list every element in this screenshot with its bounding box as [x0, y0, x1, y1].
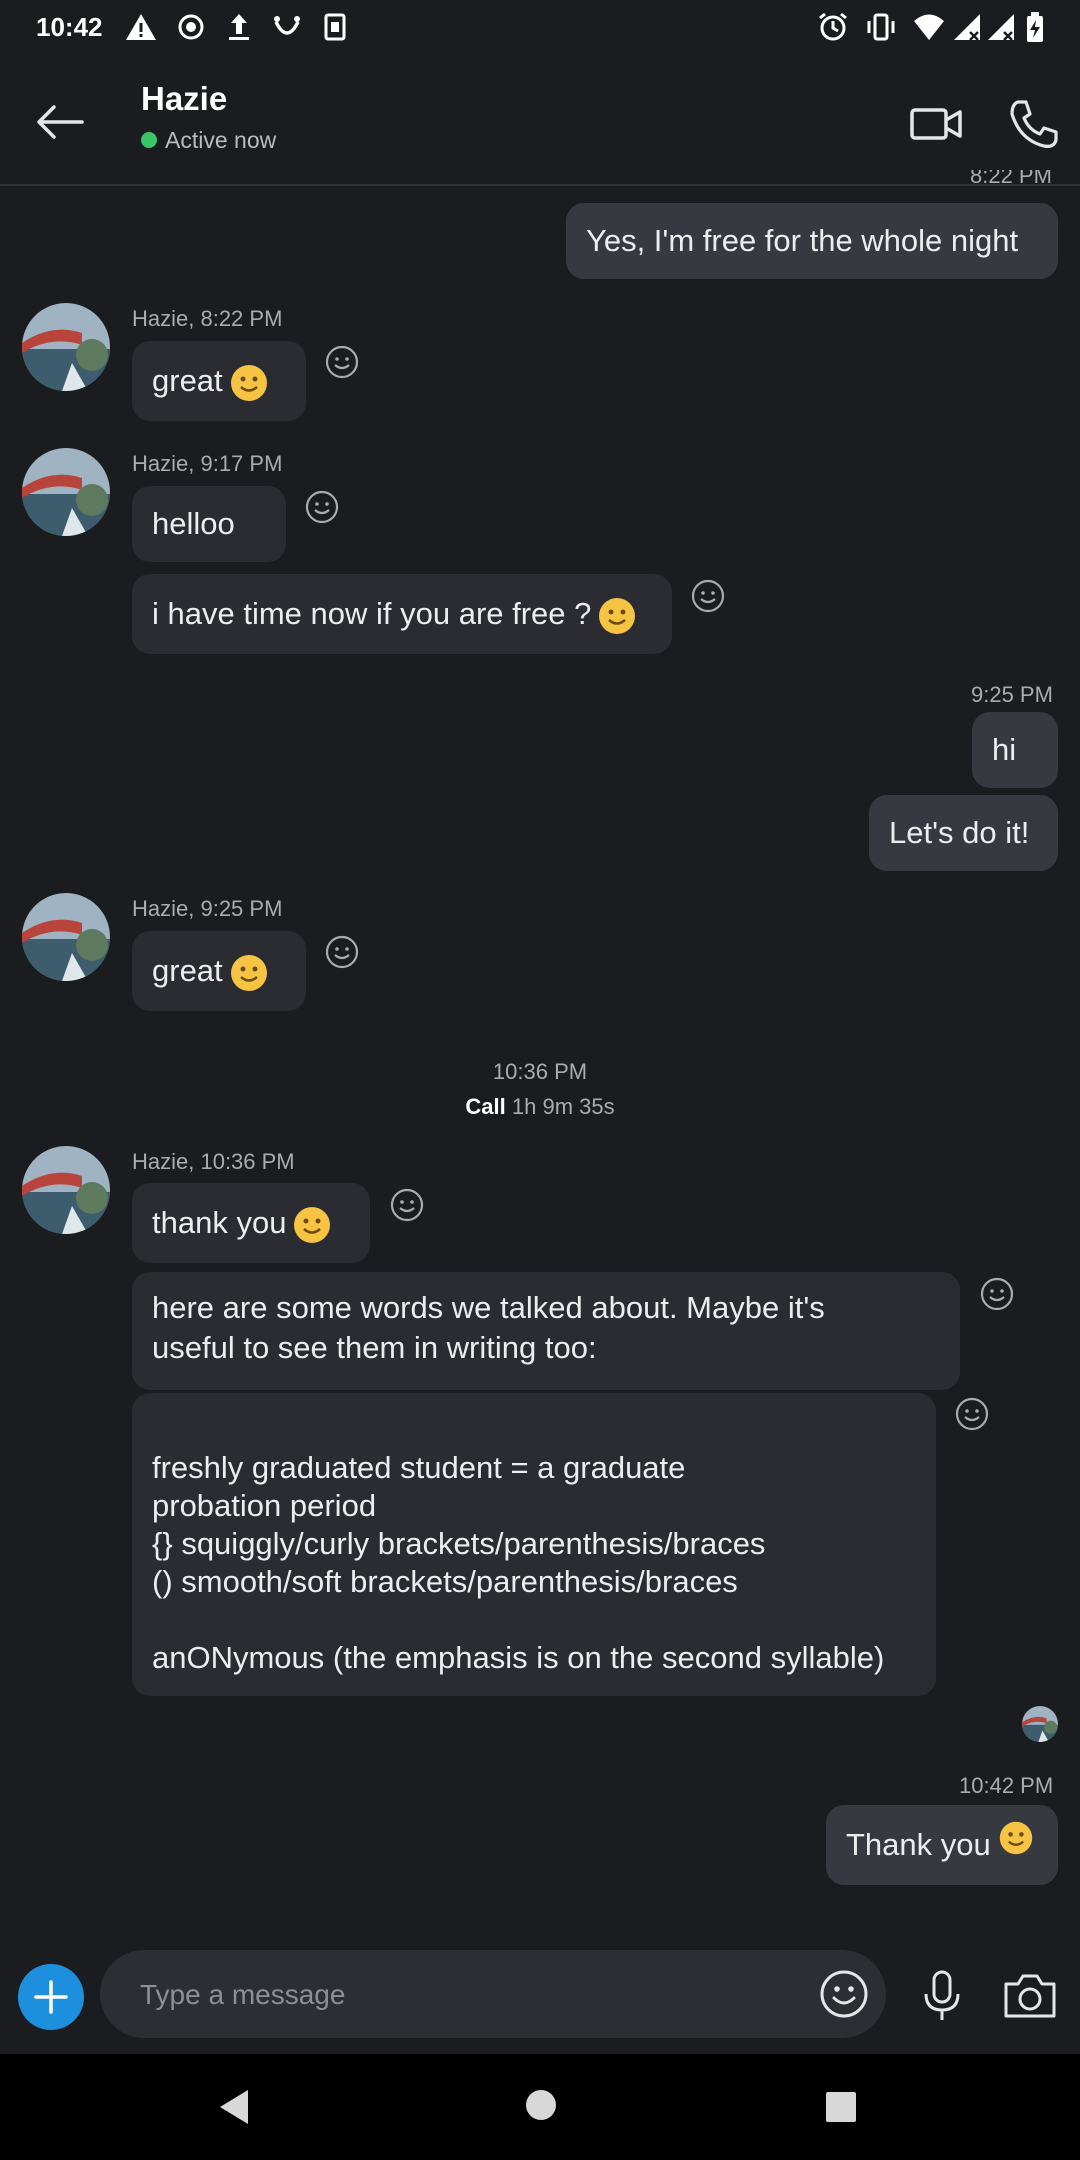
- add-reaction-icon[interactable]: [979, 1276, 1015, 1312]
- presence-dot: [141, 132, 157, 148]
- add-reaction-icon[interactable]: [304, 489, 340, 525]
- presence-status: Active now: [165, 127, 277, 153]
- incoming-message[interactable]: i have time now if you are free ?: [132, 574, 672, 654]
- avatar-image: [22, 1146, 110, 1234]
- message-timestamp: 10:42 PM: [959, 1773, 1054, 1798]
- plus-icon: [34, 1980, 68, 2014]
- alarm-icon: [819, 12, 847, 41]
- smile-emoji-icon: [230, 954, 267, 991]
- message-text-line: useful to see them in writing too:: [152, 1330, 597, 1365]
- signal-icon-2: [988, 14, 1014, 41]
- smile-emoji-icon: [294, 1206, 331, 1243]
- add-attachment-button[interactable]: [18, 1964, 84, 2030]
- add-reaction-icon[interactable]: [389, 1187, 425, 1223]
- app-smile-icon: [274, 16, 300, 35]
- message-sender-time: Hazie, 9:25 PM: [132, 896, 283, 921]
- add-reaction-icon[interactable]: [324, 344, 360, 380]
- microphone-icon[interactable]: [914, 1968, 970, 2024]
- status-bar: 10:42: [0, 0, 1080, 54]
- sim-icon: [324, 13, 346, 41]
- contact-avatar[interactable]: [22, 303, 110, 391]
- message-text-line: {} squiggly/curly brackets/parenthesis/b…: [152, 1526, 766, 1561]
- chat-header: Hazie Active now: [0, 54, 1080, 186]
- status-time: 10:42: [36, 12, 103, 42]
- smile-emoji-icon: [599, 597, 636, 634]
- composer-bar: [0, 1930, 1080, 2054]
- add-reaction-icon[interactable]: [954, 1396, 990, 1432]
- smile-emoji-icon: [999, 1821, 1033, 1855]
- smile-emoji-icon: [230, 364, 267, 401]
- message-input-container[interactable]: [100, 1950, 886, 2038]
- add-reaction-icon[interactable]: [690, 578, 726, 614]
- message-text: helloo: [152, 506, 235, 541]
- read-receipt-avatar: [1022, 1706, 1058, 1742]
- call-event[interactable]: Call 1h 9m 35s: [0, 1094, 1080, 1120]
- message-text: Let's do it!: [889, 815, 1030, 850]
- message-text: thank you: [152, 1205, 287, 1240]
- video-call-icon[interactable]: [906, 94, 966, 154]
- incoming-message[interactable]: thank you: [132, 1183, 370, 1263]
- contact-avatar[interactable]: [22, 893, 110, 981]
- vibrate-icon: [867, 13, 895, 41]
- system-navigation-bar: [0, 2054, 1080, 2160]
- incoming-message[interactable]: here are some words we talked about. May…: [132, 1272, 960, 1390]
- message-text-line: probation period: [152, 1488, 377, 1523]
- message-text: Yes, I'm free for the whole night: [586, 223, 1019, 258]
- avatar-image: [22, 303, 110, 391]
- record-icon: [178, 14, 204, 40]
- call-event-label: Call: [465, 1094, 506, 1119]
- message-sender-time: Hazie, 8:22 PM: [132, 306, 283, 331]
- signal-icon: [954, 14, 980, 41]
- emoji-picker-icon[interactable]: [818, 1968, 870, 2020]
- message-text-line: () smooth/soft brackets/parenthesis/brac…: [152, 1564, 738, 1599]
- nav-recents-icon[interactable]: [824, 2090, 858, 2124]
- message-text-line: freshly graduated student = a graduate: [152, 1450, 686, 1485]
- message-text: great: [152, 953, 223, 988]
- nav-back-icon[interactable]: [214, 2086, 254, 2128]
- message-text: i have time now if you are free ?: [152, 596, 592, 631]
- avatar-image: [1022, 1706, 1058, 1742]
- outgoing-message[interactable]: Yes, I'm free for the whole night: [566, 203, 1058, 279]
- nav-home-icon[interactable]: [524, 2088, 558, 2122]
- phone-call-icon[interactable]: [1004, 94, 1064, 154]
- message-text-line: anONymous (the emphasis is on the second…: [152, 1640, 885, 1675]
- message-text-line: here are some words we talked about. May…: [152, 1290, 825, 1325]
- incoming-message[interactable]: helloo: [132, 486, 286, 562]
- message-text: hi: [992, 732, 1017, 767]
- call-event-time: 10:36 PM: [492, 1059, 588, 1084]
- incoming-message[interactable]: great: [132, 931, 306, 1011]
- call-duration: 1h 9m 35s: [511, 1094, 615, 1119]
- avatar-image: [22, 448, 110, 536]
- contact-name[interactable]: Hazie: [141, 80, 227, 118]
- camera-icon[interactable]: [1002, 1970, 1058, 2022]
- upload-icon: [229, 14, 249, 40]
- message-input[interactable]: [140, 1974, 780, 2016]
- battery-charging-icon: [1027, 12, 1043, 42]
- incoming-message[interactable]: great: [132, 341, 306, 421]
- message-timestamp: 9:25 PM: [971, 682, 1053, 707]
- add-reaction-icon[interactable]: [324, 934, 360, 970]
- back-arrow-icon[interactable]: [30, 92, 90, 152]
- incoming-message[interactable]: freshly graduated student = a graduate p…: [132, 1393, 936, 1696]
- contact-avatar[interactable]: [22, 448, 110, 536]
- message-sender-time: Hazie, 9:17 PM: [132, 451, 283, 476]
- outgoing-message[interactable]: Let's do it!: [869, 795, 1058, 871]
- wifi-icon: [914, 14, 944, 40]
- outgoing-message[interactable]: hi: [972, 712, 1058, 788]
- message-sender-time: Hazie, 10:36 PM: [132, 1149, 295, 1174]
- warning-icon: [126, 14, 156, 40]
- contact-avatar[interactable]: [22, 1146, 110, 1234]
- message-timestamp-partial: 8:22 PM: [970, 170, 1052, 188]
- avatar-image: [22, 893, 110, 981]
- message-text: great: [152, 363, 223, 398]
- message-text: Thank you: [846, 1827, 991, 1862]
